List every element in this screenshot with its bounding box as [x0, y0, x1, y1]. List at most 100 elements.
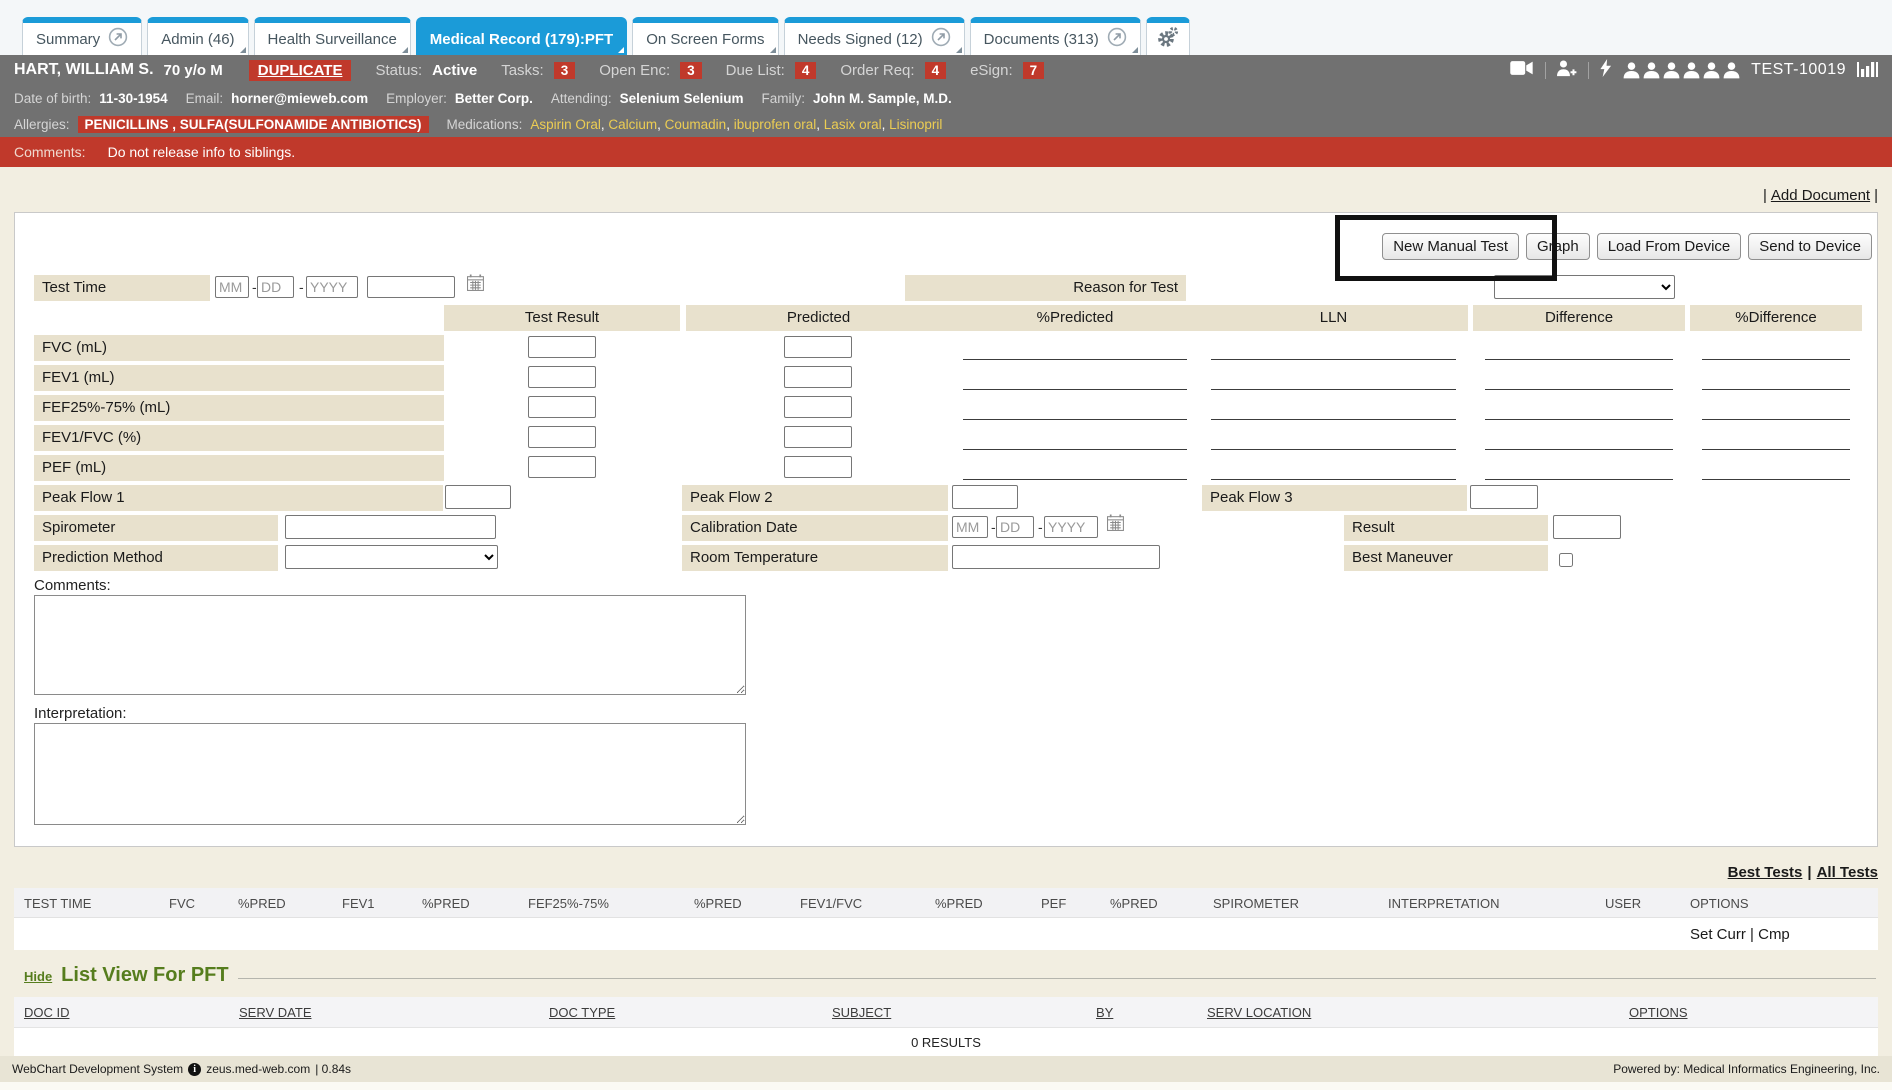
employer-label: Employer:: [386, 91, 447, 106]
pef-test-result-input[interactable]: [528, 456, 596, 478]
popout-icon[interactable]: [931, 27, 951, 51]
fef-predicted-input[interactable]: [784, 396, 852, 418]
video-camera-icon[interactable]: [1510, 60, 1534, 80]
test-time-mm-input[interactable]: [215, 276, 249, 298]
tab-admin[interactable]: Admin (46): [147, 17, 248, 55]
person-icon: [1703, 62, 1720, 79]
test-time-yyyy-input[interactable]: [306, 276, 358, 298]
allergy-value[interactable]: PENICILLINS , SULFA(SULFONAMIDE ANTIBIOT…: [78, 116, 429, 133]
fev1-fvc-test-result-input[interactable]: [528, 426, 596, 448]
new-manual-test-button[interactable]: New Manual Test: [1382, 233, 1519, 260]
test-time-clock-input[interactable]: [367, 276, 455, 298]
dob-value: 11-30-1954: [99, 91, 167, 106]
cmp-link[interactable]: Cmp: [1758, 926, 1790, 943]
fvc-predicted-input[interactable]: [784, 336, 852, 358]
col-pct-difference: %Difference: [1690, 305, 1862, 331]
col-serv-location[interactable]: SERV LOCATION: [1207, 1005, 1311, 1020]
bar-chart-icon[interactable]: [1857, 60, 1878, 81]
person-icons[interactable]: [1623, 62, 1740, 79]
peak-flow-1-label: Peak Flow 1: [34, 485, 443, 511]
room-temperature-label: Room Temperature: [682, 545, 948, 571]
medication-link[interactable]: Calcium: [601, 117, 657, 132]
col-test-result: Test Result: [444, 305, 680, 331]
room-temperature-input[interactable]: [952, 545, 1160, 569]
hide-link[interactable]: Hide: [24, 969, 52, 984]
fvc-test-result-input[interactable]: [528, 336, 596, 358]
person-icon: [1723, 62, 1740, 79]
graph-button[interactable]: Graph: [1526, 233, 1590, 260]
add-document-link[interactable]: Add Document: [1771, 187, 1870, 204]
medication-link[interactable]: ibuprofen oral: [726, 117, 816, 132]
col-doc-id[interactable]: DOC ID: [24, 1005, 70, 1020]
peak-flow-3-input[interactable]: [1470, 485, 1538, 509]
tab-label: Documents (313): [984, 31, 1099, 48]
esign-count-badge[interactable]: 7: [1023, 62, 1045, 79]
interpretation-textarea[interactable]: [34, 723, 746, 825]
medication-link[interactable]: Aspirin Oral: [530, 117, 601, 132]
best-tests-link[interactable]: Best Tests: [1728, 864, 1803, 881]
load-from-device-button[interactable]: Load From Device: [1597, 233, 1742, 260]
add-person-icon[interactable]: [1557, 60, 1577, 81]
calibration-yyyy-input[interactable]: [1044, 516, 1098, 538]
comments-textarea[interactable]: [34, 595, 746, 695]
lightning-icon[interactable]: [1600, 59, 1612, 81]
divider: [1588, 62, 1589, 79]
tab-documents[interactable]: Documents (313): [970, 17, 1141, 55]
peak-flow-1-input[interactable]: [445, 485, 511, 509]
best-maneuver-checkbox[interactable]: [1559, 553, 1573, 567]
col-by[interactable]: BY: [1096, 1005, 1113, 1020]
test-time-dd-input[interactable]: [257, 276, 294, 298]
pef-predicted-input[interactable]: [784, 456, 852, 478]
col-interpretation: INTERPRETATION: [1388, 896, 1499, 911]
col-subject[interactable]: SUBJECT: [832, 1005, 891, 1020]
col-doc-type[interactable]: DOC TYPE: [549, 1005, 615, 1020]
due-list-count-badge[interactable]: 4: [795, 62, 817, 79]
medication-link[interactable]: Lisinopril: [882, 117, 943, 132]
open-enc-count-badge[interactable]: 3: [680, 62, 702, 79]
peak-flow-2-input[interactable]: [952, 485, 1018, 509]
popout-icon[interactable]: [108, 27, 128, 51]
send-to-device-button[interactable]: Send to Device: [1748, 233, 1872, 260]
tab-needs-signed[interactable]: Needs Signed (12): [784, 17, 965, 55]
fev1-fvc-predicted-input[interactable]: [784, 426, 852, 448]
tab-medical-record[interactable]: Medical Record (179):PFT: [416, 17, 627, 55]
duplicate-badge[interactable]: DUPLICATE: [249, 60, 352, 81]
email-value[interactable]: horner@mieweb.com: [231, 91, 368, 106]
tab-settings[interactable]: [1146, 17, 1190, 55]
info-icon[interactable]: i: [188, 1063, 201, 1076]
patient-age-sex: 70 y/o M: [164, 62, 223, 79]
popout-icon[interactable]: [1107, 27, 1127, 51]
patient-header: HART, WILLIAM S. 70 y/o M DUPLICATE Stat…: [0, 55, 1892, 137]
reason-for-test-select[interactable]: [1494, 275, 1675, 299]
fev1-test-result-input[interactable]: [528, 366, 596, 388]
calibration-mm-input[interactable]: [952, 516, 988, 538]
test-time-label: Test Time: [34, 275, 210, 301]
dash: -: [991, 519, 996, 535]
col-pct-predicted: %Predicted: [951, 305, 1199, 331]
fef-test-result-input[interactable]: [528, 396, 596, 418]
best-maneuver-label: Best Maneuver: [1344, 545, 1548, 571]
due-list-label: Due List:: [726, 62, 785, 79]
col-options[interactable]: OPTIONS: [1629, 1005, 1688, 1020]
result-input[interactable]: [1553, 515, 1621, 539]
calibration-dd-input[interactable]: [996, 516, 1034, 538]
calendar-icon[interactable]: [467, 274, 485, 294]
medication-link[interactable]: Coumadin: [657, 117, 726, 132]
prediction-method-select[interactable]: [285, 545, 498, 569]
tab-summary[interactable]: Summary: [22, 17, 142, 55]
tab-label: On Screen Forms: [646, 31, 764, 48]
prediction-method-label: Prediction Method: [34, 545, 278, 571]
col-serv-date[interactable]: SERV DATE: [239, 1005, 311, 1020]
tab-label: Summary: [36, 31, 100, 48]
order-req-count-badge[interactable]: 4: [925, 62, 947, 79]
tasks-count-badge[interactable]: 3: [554, 62, 576, 79]
fev1-predicted-input[interactable]: [784, 366, 852, 388]
list-view-title: List View For PFT: [61, 964, 228, 987]
spirometer-input[interactable]: [285, 515, 496, 539]
all-tests-link[interactable]: All Tests: [1817, 864, 1878, 881]
calendar-icon[interactable]: [1107, 514, 1125, 534]
medication-link[interactable]: Lasix oral: [816, 117, 881, 132]
tab-health-surveillance[interactable]: Health Surveillance: [254, 17, 411, 55]
tab-on-screen-forms[interactable]: On Screen Forms: [632, 17, 778, 55]
set-curr-link[interactable]: Set Curr: [1690, 926, 1746, 943]
